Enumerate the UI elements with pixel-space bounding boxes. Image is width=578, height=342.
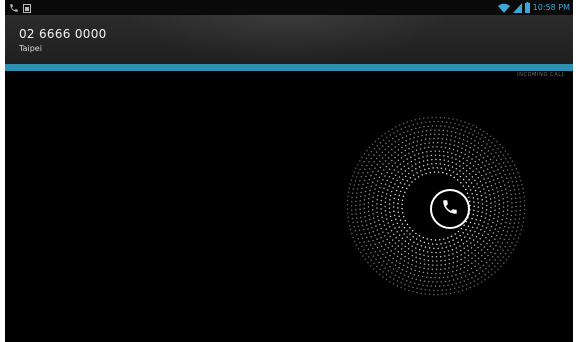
- phone-icon: [441, 198, 459, 220]
- status-left-icons: [9, 1, 31, 14]
- caller-number: 02 6666 0000: [19, 27, 107, 41]
- accent-bar: [5, 64, 573, 71]
- phone-screen: 10:58 PM 02 6666 0000 Taipei INCOMING CA…: [5, 0, 573, 342]
- status-right-icons: 10:58 PM: [497, 1, 570, 14]
- caller-info-panel: 02 6666 0000 Taipei: [5, 15, 573, 64]
- panel-highlight: [123, 15, 453, 64]
- incoming-call-area: [5, 76, 573, 342]
- caller-location: Taipei: [19, 44, 42, 53]
- status-bar: 10:58 PM: [5, 0, 573, 15]
- answer-call-handle[interactable]: [430, 189, 470, 229]
- status-time: 10:58 PM: [532, 3, 570, 12]
